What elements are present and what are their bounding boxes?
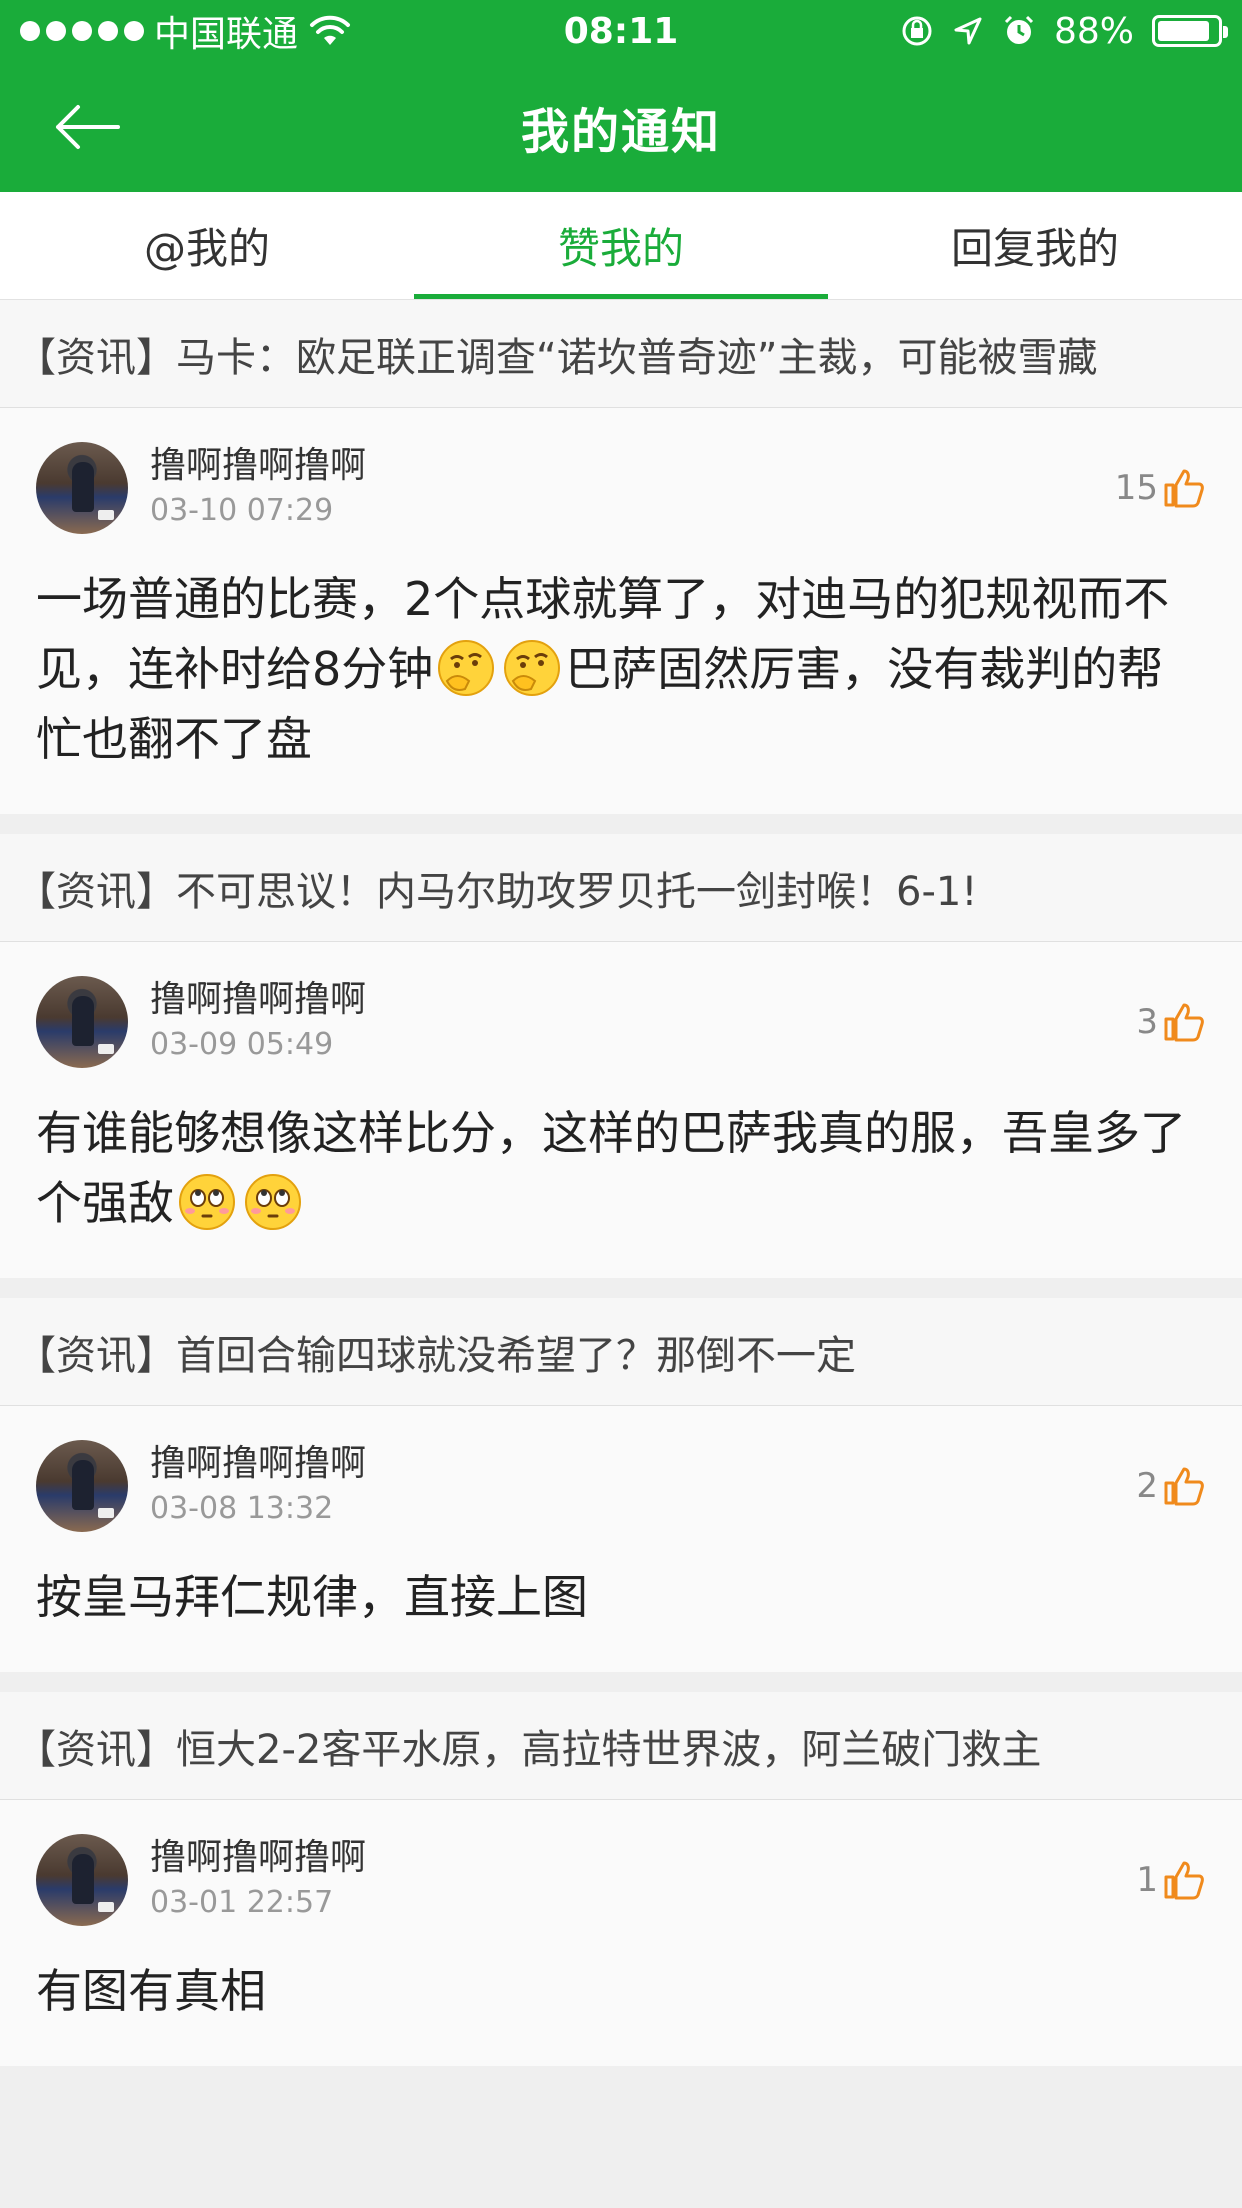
comment-body: 撸啊撸啊撸啊 03-09 05:49 3 有谁能够想像这样比分，这样的巴萨我真的…	[0, 942, 1242, 1278]
thumbs-up-icon	[1164, 469, 1204, 508]
status-bar: 中国联通 08:11 88%	[0, 0, 1242, 62]
article-title[interactable]: 【资讯】不可思议！内马尔助攻罗贝托一剑封喉！6-1!	[0, 834, 1242, 942]
like-count[interactable]: 2	[1136, 1465, 1206, 1507]
eye-roll-emoji-icon	[179, 1174, 235, 1230]
back-arrow-icon	[56, 105, 120, 149]
username[interactable]: 撸啊撸啊撸啊	[150, 1441, 366, 1487]
comment-time: 03-01 22:57	[150, 1885, 334, 1920]
user-row: 撸啊撸啊撸啊 03-08 13:32 2	[36, 1440, 1206, 1532]
comment-text: 有图有真相	[36, 1964, 266, 2018]
avatar[interactable]	[36, 976, 128, 1068]
like-count-value: 15	[1114, 468, 1158, 508]
like-count-value: 3	[1136, 1002, 1158, 1042]
notification-card[interactable]: 【资讯】首回合输四球就没希望了？那倒不一定 撸啊撸啊撸啊 03-08 13:32…	[0, 1298, 1242, 1672]
comment-body: 撸啊撸啊撸啊 03-01 22:57 1 有图有真相	[0, 1800, 1242, 2066]
notification-card[interactable]: 【资讯】不可思议！内马尔助攻罗贝托一剑封喉！6-1! 撸啊撸啊撸啊 03-09 …	[0, 834, 1242, 1278]
comment-time: 03-08 13:32	[150, 1491, 334, 1526]
tab-likes[interactable]: 赞我的	[414, 192, 828, 299]
like-count[interactable]: 1	[1136, 1859, 1206, 1901]
nav-bar: 我的通知	[0, 62, 1242, 192]
avatar[interactable]	[36, 1440, 128, 1532]
back-button[interactable]	[52, 97, 132, 157]
thumbs-up-icon	[1164, 1861, 1204, 1900]
user-row: 撸啊撸啊撸啊 03-10 07:29 15	[36, 442, 1206, 534]
comment-text: 有谁能够想像这样比分，这样的巴萨我真的服，吾皇多了个强敌	[36, 1098, 1206, 1238]
user-row: 撸啊撸啊撸啊 03-09 05:49 3	[36, 976, 1206, 1068]
thinking-emoji-icon	[504, 640, 561, 696]
article-title[interactable]: 【资讯】恒大2-2客平水原，高拉特世界波，阿兰破门救主	[0, 1692, 1242, 1800]
battery-icon	[1152, 15, 1228, 47]
tab-bar: @我的 赞我的 回复我的	[0, 192, 1242, 300]
like-count[interactable]: 3	[1136, 1001, 1206, 1043]
comment-text: 一场普通的比赛，2个点球就算了，对迪马的犯规视而不见，连补时给8分钟 巴萨固然厉…	[36, 564, 1206, 774]
rotation-lock-icon	[902, 16, 932, 46]
notification-card[interactable]: 【资讯】恒大2-2客平水原，高拉特世界波，阿兰破门救主 撸啊撸啊撸啊 03-01…	[0, 1692, 1242, 2066]
like-count-value: 2	[1136, 1466, 1158, 1506]
battery-percent: 88%	[1053, 10, 1134, 52]
page-title: 我的通知	[520, 104, 721, 160]
comment-text: 按皇马拜仁规律，直接上图	[36, 1570, 588, 1624]
username[interactable]: 撸啊撸啊撸啊	[150, 443, 366, 489]
username[interactable]: 撸啊撸啊撸啊	[150, 1835, 366, 1881]
like-count-value: 1	[1136, 1860, 1158, 1900]
comment-time: 03-09 05:49	[150, 1027, 334, 1062]
comment-body: 撸啊撸啊撸啊 03-08 13:32 2 按皇马拜仁规律，直接上图	[0, 1406, 1242, 1672]
thumbs-up-icon	[1164, 1003, 1204, 1042]
article-title[interactable]: 【资讯】首回合输四球就没希望了？那倒不一定	[0, 1298, 1242, 1406]
notification-list: 【资讯】马卡：欧足联正调查“诺坎普奇迹”主裁，可能被雪藏 撸啊撸啊撸啊 03-1…	[0, 300, 1242, 2066]
username[interactable]: 撸啊撸啊撸啊	[150, 977, 366, 1023]
tab-replies[interactable]: 回复我的	[828, 192, 1242, 299]
alarm-icon	[1004, 15, 1034, 44]
notification-card[interactable]: 【资讯】马卡：欧足联正调查“诺坎普奇迹”主裁，可能被雪藏 撸啊撸啊撸啊 03-1…	[0, 300, 1242, 814]
eye-roll-emoji-icon	[245, 1174, 301, 1230]
article-title[interactable]: 【资讯】马卡：欧足联正调查“诺坎普奇迹”主裁，可能被雪藏	[0, 300, 1242, 408]
avatar[interactable]	[36, 1834, 128, 1926]
comment-body: 撸啊撸啊撸啊 03-10 07:29 15 一场普通的比赛，2个点球就算了，对迪…	[0, 408, 1242, 814]
like-count[interactable]: 15	[1115, 467, 1206, 509]
tab-mentions[interactable]: @我的	[0, 192, 414, 299]
user-row: 撸啊撸啊撸啊 03-01 22:57 1	[36, 1834, 1206, 1926]
comment-time: 03-10 07:29	[150, 493, 334, 528]
location-icon	[954, 17, 982, 45]
header: 中国联通 08:11 88% 我的通知	[0, 0, 1242, 192]
thumbs-up-icon	[1164, 1467, 1204, 1506]
thinking-emoji-icon	[438, 640, 495, 696]
avatar[interactable]	[36, 442, 128, 534]
